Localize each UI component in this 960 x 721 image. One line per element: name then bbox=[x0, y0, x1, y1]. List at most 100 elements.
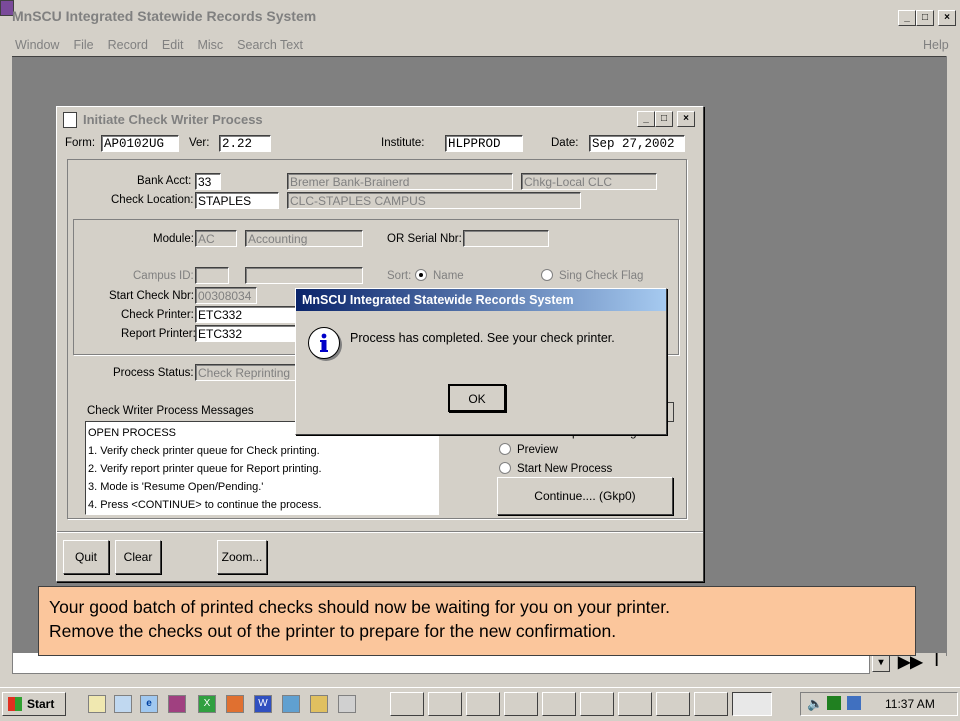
app-vertical-scrollbar[interactable] bbox=[946, 56, 960, 656]
check-printer-label: Check Printer: bbox=[121, 309, 194, 321]
continue-button[interactable]: Continue.... (Gkp0) bbox=[497, 477, 673, 515]
ver-label: Ver: bbox=[189, 137, 210, 149]
mode-start-new-radio[interactable] bbox=[499, 462, 511, 474]
form-field[interactable]: AP0102UG bbox=[101, 135, 179, 152]
menu-search-text[interactable]: Search Text bbox=[230, 36, 310, 54]
check-location-desc-field: CLC-STAPLES CAMPUS bbox=[287, 192, 581, 209]
message-box-title-bar: MnSCU Integrated Statewide Records Syste… bbox=[296, 289, 666, 311]
or-serial-label: OR Serial Nbr: bbox=[387, 233, 462, 245]
system-tray: 🔈 11:37 AM bbox=[800, 692, 958, 716]
app-title: MnSCU Integrated Statewide Records Syste… bbox=[12, 8, 317, 24]
scroll-down-arrow[interactable]: ▾ bbox=[872, 654, 890, 672]
quicklaunch-icon[interactable] bbox=[338, 695, 356, 713]
message-box-title: MnSCU Integrated Statewide Records Syste… bbox=[302, 293, 574, 307]
report-printer-field[interactable]: ETC332 bbox=[195, 325, 299, 342]
mode-preview-radio[interactable] bbox=[499, 443, 511, 455]
check-location-field[interactable]: STAPLES bbox=[195, 192, 279, 209]
app-maximize-button[interactable]: □ bbox=[916, 10, 934, 26]
bank-type-field: Chkg-Local CLC bbox=[521, 173, 657, 190]
clear-button[interactable]: Clear bbox=[115, 540, 161, 574]
dialog-close-button[interactable]: × bbox=[677, 111, 695, 127]
task-button[interactable] bbox=[694, 692, 728, 716]
menu-misc[interactable]: Misc bbox=[190, 36, 230, 54]
task-button[interactable] bbox=[542, 692, 576, 716]
volume-icon[interactable]: 🔈 bbox=[807, 696, 823, 712]
task-button[interactable] bbox=[656, 692, 690, 716]
message-line: 1. Verify check printer queue for Check … bbox=[88, 445, 320, 457]
menu-window[interactable]: Window bbox=[8, 36, 66, 54]
app-minimize-button[interactable]: _ bbox=[898, 10, 916, 26]
windows-logo-icon bbox=[8, 697, 22, 711]
message-box-text: Process has completed. See your check pr… bbox=[350, 331, 615, 345]
callout-line-1: Your good batch of printed checks should… bbox=[49, 597, 670, 617]
mode-start-new-label: Start New Process bbox=[517, 463, 613, 475]
bottom-separator bbox=[57, 531, 703, 533]
module-name-field: Accounting bbox=[245, 230, 363, 247]
process-status-label: Process Status: bbox=[113, 367, 194, 379]
menu-bar: Window File Record Edit Misc Search Text Help bbox=[0, 34, 960, 56]
app-title-bar: MnSCU Integrated Statewide Records Syste… bbox=[0, 0, 960, 34]
menu-edit[interactable]: Edit bbox=[155, 36, 191, 54]
start-check-field: 00308034 bbox=[195, 287, 257, 304]
info-icon bbox=[308, 327, 340, 359]
ok-button[interactable]: OK bbox=[448, 384, 506, 412]
quicklaunch-icon[interactable] bbox=[114, 695, 132, 713]
task-button[interactable] bbox=[428, 692, 462, 716]
bank-acct-field[interactable]: 33 bbox=[195, 173, 221, 190]
ie-icon[interactable]: e bbox=[140, 695, 158, 713]
quicklaunch-icon[interactable] bbox=[88, 695, 106, 713]
menu-record[interactable]: Record bbox=[101, 36, 155, 54]
ver-field[interactable]: 2.22 bbox=[219, 135, 271, 152]
zoom-button[interactable]: Zoom... bbox=[217, 540, 267, 574]
instruction-callout: Your good batch of printed checks should… bbox=[38, 586, 916, 656]
app-close-button[interactable]: × bbox=[938, 10, 956, 26]
quicklaunch-icon[interactable] bbox=[226, 695, 244, 713]
tray-icon[interactable] bbox=[847, 696, 861, 710]
dialog-icon bbox=[63, 112, 77, 128]
campus-name-field bbox=[245, 267, 363, 284]
report-printer-label: Report Printer: bbox=[121, 328, 196, 340]
dialog-title-bar: Initiate Check Writer Process _ □ × bbox=[57, 107, 703, 131]
dialog-minimize-button[interactable]: _ bbox=[637, 111, 655, 127]
task-button[interactable] bbox=[390, 692, 424, 716]
sing-check-flag-radio[interactable] bbox=[541, 269, 553, 281]
message-line: 3. Mode is 'Resume Open/Pending.' bbox=[88, 481, 264, 493]
task-button[interactable] bbox=[618, 692, 652, 716]
sort-name-radio[interactable] bbox=[415, 269, 427, 281]
dialog-title: Initiate Check Writer Process bbox=[83, 112, 263, 127]
task-button-active[interactable] bbox=[732, 692, 772, 716]
clock: 11:37 AM bbox=[885, 697, 935, 711]
task-button[interactable] bbox=[466, 692, 500, 716]
mode-preview-label: Preview bbox=[517, 444, 558, 456]
module-code-field: AC bbox=[195, 230, 237, 247]
sort-label: Sort: bbox=[387, 270, 412, 282]
module-label: Module: bbox=[153, 233, 194, 245]
network-icon[interactable] bbox=[827, 696, 841, 710]
quicklaunch-icon[interactable] bbox=[282, 695, 300, 713]
institute-label: Institute: bbox=[381, 137, 425, 149]
menu-help[interactable]: Help bbox=[916, 36, 956, 54]
word-icon[interactable]: W bbox=[254, 695, 272, 713]
date-label: Date: bbox=[551, 137, 579, 149]
excel-icon[interactable]: X bbox=[198, 695, 216, 713]
message-line: 4. Press <CONTINUE> to continue the proc… bbox=[88, 499, 322, 511]
date-field[interactable]: Sep 27,2002 bbox=[589, 135, 685, 152]
task-button[interactable] bbox=[580, 692, 614, 716]
check-printer-field[interactable]: ETC332 bbox=[195, 306, 299, 323]
sort-name-label: Name bbox=[433, 270, 464, 282]
text-cursor-icon[interactable]: Ⅰ bbox=[934, 650, 939, 671]
start-button[interactable]: Start bbox=[2, 692, 66, 716]
menu-file[interactable]: File bbox=[66, 36, 100, 54]
dialog-maximize-button[interactable]: □ bbox=[655, 111, 673, 127]
institute-field[interactable]: HLPPROD bbox=[445, 135, 523, 152]
process-status-field: Check Reprinting bbox=[195, 364, 299, 381]
quicklaunch-icon[interactable] bbox=[168, 695, 186, 713]
callout-line-2: Remove the checks out of the printer to … bbox=[49, 621, 617, 641]
campus-id-field bbox=[195, 267, 229, 284]
sing-check-flag-label: Sing Check Flag bbox=[559, 270, 644, 282]
check-location-label: Check Location: bbox=[111, 194, 194, 206]
quicklaunch-icon[interactable] bbox=[310, 695, 328, 713]
bank-acct-label: Bank Acct: bbox=[137, 175, 192, 187]
quit-button[interactable]: Quit bbox=[63, 540, 109, 574]
task-button[interactable] bbox=[504, 692, 538, 716]
